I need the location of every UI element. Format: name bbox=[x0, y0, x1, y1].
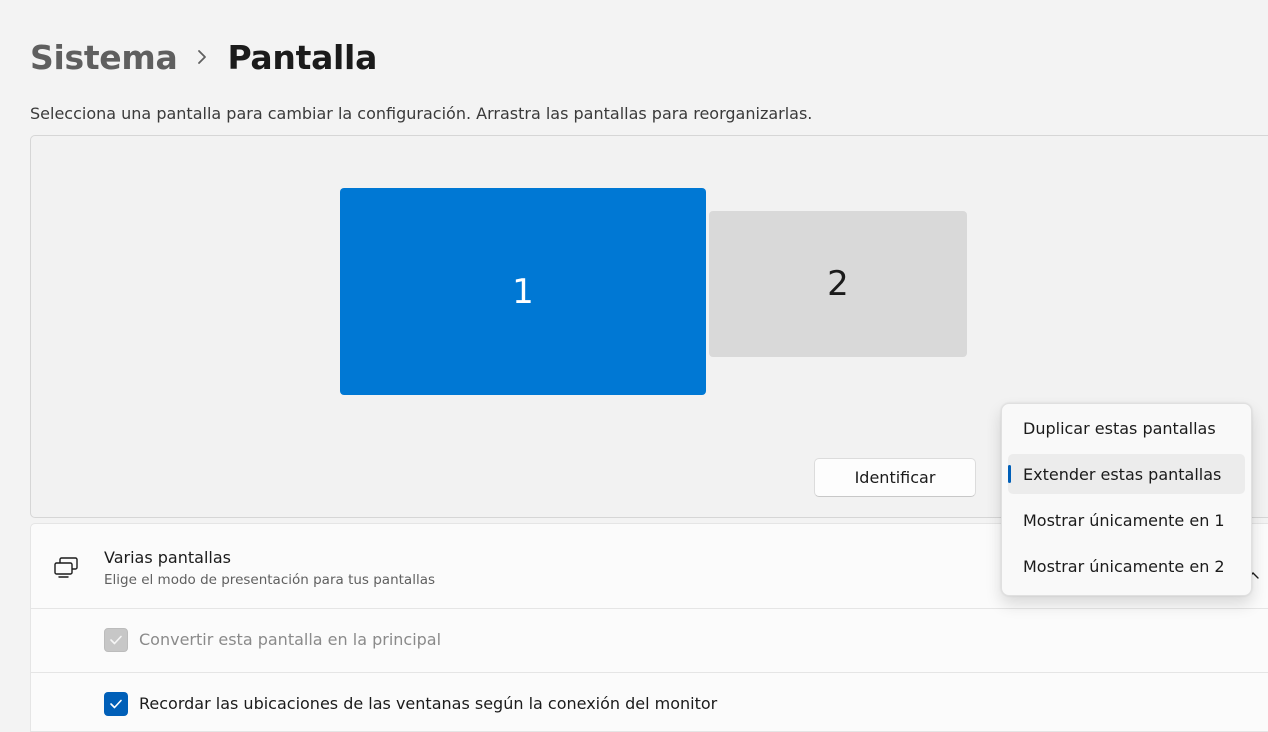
dropdown-option-label: Extender estas pantallas bbox=[1023, 464, 1222, 484]
remember-locations-label[interactable]: Recordar las ubicaciones de las ventanas… bbox=[139, 694, 717, 713]
page-title: Pantalla bbox=[227, 37, 378, 77]
selected-indicator bbox=[1008, 465, 1011, 483]
display-2-tile[interactable]: 2 bbox=[709, 211, 967, 357]
arrange-instructions: Selecciona una pantalla para cambiar la … bbox=[30, 104, 813, 123]
remember-locations-row: Recordar las ubicaciones de las ventanas… bbox=[30, 672, 1268, 732]
display-1-label: 1 bbox=[512, 271, 534, 312]
breadcrumb: Sistema Pantalla bbox=[30, 34, 377, 80]
make-primary-label: Convertir esta pantalla en la principal bbox=[139, 630, 442, 649]
dropdown-option-extend[interactable]: Extender estas pantallas bbox=[1008, 454, 1245, 494]
dropdown-option-show-only-1[interactable]: Mostrar únicamente en 1 bbox=[1008, 500, 1245, 540]
multiple-displays-title: Varias pantallas bbox=[104, 548, 231, 567]
dropdown-option-label: Duplicar estas pantallas bbox=[1023, 418, 1216, 438]
presentation-mode-dropdown[interactable]: Duplicar estas pantallas Extender estas … bbox=[1001, 403, 1252, 596]
make-primary-checkbox bbox=[104, 628, 128, 652]
dropdown-option-show-only-2[interactable]: Mostrar únicamente en 2 bbox=[1008, 546, 1245, 586]
display-2-label: 2 bbox=[827, 264, 849, 304]
remember-locations-checkbox[interactable] bbox=[104, 692, 128, 716]
dropdown-option-label: Mostrar únicamente en 2 bbox=[1023, 556, 1225, 576]
dropdown-option-label: Mostrar únicamente en 1 bbox=[1023, 510, 1225, 530]
dropdown-option-duplicate[interactable]: Duplicar estas pantallas bbox=[1008, 408, 1245, 448]
display-1-tile[interactable]: 1 bbox=[340, 188, 706, 395]
breadcrumb-parent-sistema[interactable]: Sistema bbox=[30, 38, 178, 77]
multiple-displays-icon bbox=[53, 556, 81, 580]
make-primary-row: Convertir esta pantalla en la principal bbox=[30, 608, 1268, 673]
identify-button[interactable]: Identificar bbox=[814, 458, 976, 497]
multiple-displays-subtitle: Elige el modo de presentación para tus p… bbox=[104, 572, 436, 588]
chevron-right-icon bbox=[197, 47, 209, 67]
